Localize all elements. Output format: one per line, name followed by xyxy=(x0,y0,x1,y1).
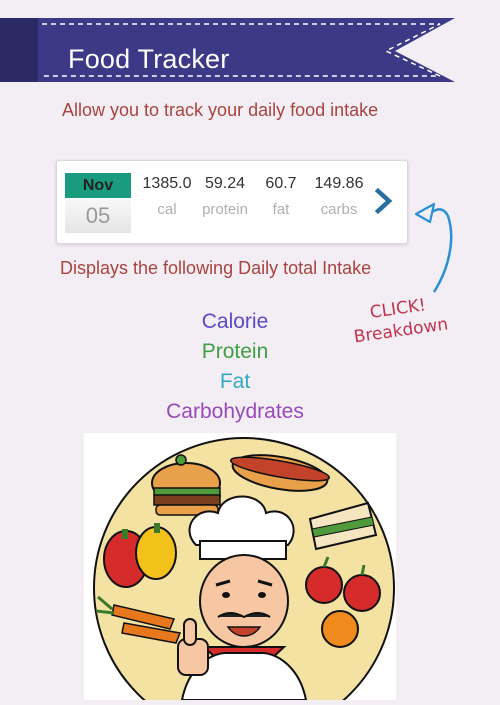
stat-carbs: 149.86 carbs xyxy=(309,175,369,218)
stat-protein: 59.24 protein xyxy=(197,175,253,218)
chef-face-icon xyxy=(199,554,289,648)
chevron-right-icon[interactable] xyxy=(373,187,395,215)
date-badge: Nov 05 xyxy=(65,173,131,233)
stat-value: 149.86 xyxy=(314,175,364,192)
nutrient-protein: Protein xyxy=(201,340,269,363)
header-banner: Food Tracker xyxy=(0,14,500,84)
date-month: Nov xyxy=(65,173,131,198)
stat-value: 60.7 xyxy=(265,175,297,192)
stat-fat: 60.7 fat xyxy=(259,175,303,218)
nutrient-fat: Fat xyxy=(219,370,251,393)
nutrient-calorie: Calorie xyxy=(201,310,269,333)
annotation-arrow-icon xyxy=(414,202,453,293)
daily-summary-card[interactable]: Nov 05 1385.0 cal 59.24 protein 60.7 fat… xyxy=(56,160,408,244)
stat-label: carbs xyxy=(320,201,358,218)
app-title: Food Tracker xyxy=(68,44,230,74)
nutrient-carbohydrates: Carbohydrates xyxy=(166,400,304,423)
date-day: 05 xyxy=(65,199,131,233)
chef-illustration xyxy=(84,433,396,705)
stat-calories: 1385.0 cal xyxy=(139,175,195,218)
stat-label: cal xyxy=(157,201,177,218)
stat-value: 59.24 xyxy=(204,175,246,192)
stat-label: protein xyxy=(202,201,248,218)
stat-label: fat xyxy=(272,201,290,218)
tagline: Allow you to track your daily food intak… xyxy=(62,100,379,120)
description-text: Displays the following Daily total Intak… xyxy=(60,258,372,278)
stat-value: 1385.0 xyxy=(142,175,192,192)
